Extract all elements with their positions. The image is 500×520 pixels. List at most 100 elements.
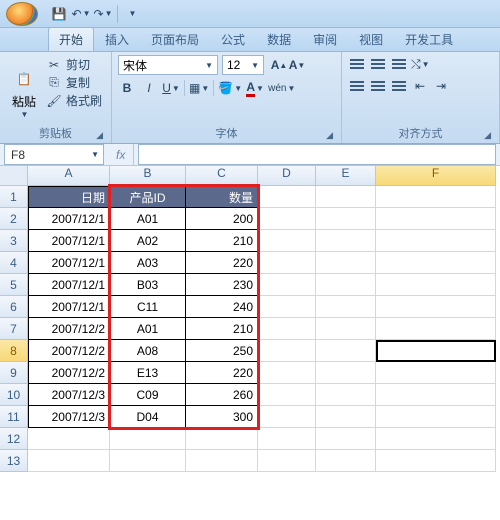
- align-right-button[interactable]: [390, 77, 408, 95]
- underline-button[interactable]: U▼: [162, 79, 180, 97]
- cell[interactable]: D04: [110, 406, 186, 428]
- cell[interactable]: 2007/12/1: [28, 230, 110, 252]
- fill-color-button[interactable]: 🪣▼: [218, 79, 242, 97]
- tab-review[interactable]: 审阅: [302, 27, 348, 51]
- cell[interactable]: 2007/12/1: [28, 296, 110, 318]
- row-header[interactable]: 13: [0, 450, 28, 472]
- paste-button[interactable]: 📋 粘贴 ▼: [6, 55, 42, 121]
- cell[interactable]: [110, 428, 186, 450]
- dialog-launcher-icon[interactable]: ◢: [326, 130, 333, 141]
- cell[interactable]: C11: [110, 296, 186, 318]
- cell[interactable]: [258, 362, 316, 384]
- cell[interactable]: [110, 450, 186, 472]
- cell[interactable]: [28, 450, 110, 472]
- cell[interactable]: C09: [110, 384, 186, 406]
- cell[interactable]: 2007/12/2: [28, 318, 110, 340]
- row-header[interactable]: 11: [0, 406, 28, 428]
- fx-button[interactable]: fx: [116, 148, 125, 162]
- cell[interactable]: A02: [110, 230, 186, 252]
- cell[interactable]: A01: [110, 318, 186, 340]
- table-header-cell[interactable]: 日期: [28, 186, 110, 208]
- cell[interactable]: [258, 428, 316, 450]
- cell[interactable]: B03: [110, 274, 186, 296]
- border-button[interactable]: ▦▼: [189, 79, 209, 97]
- grow-font-button[interactable]: A▲: [270, 56, 288, 74]
- italic-button[interactable]: I: [140, 79, 158, 97]
- cell[interactable]: [376, 428, 496, 450]
- cell[interactable]: [376, 450, 496, 472]
- tab-developer[interactable]: 开发工具: [394, 27, 464, 51]
- align-bottom-button[interactable]: [390, 55, 408, 73]
- cell[interactable]: [316, 450, 376, 472]
- table-header-cell[interactable]: 产品ID: [110, 186, 186, 208]
- cell[interactable]: [376, 208, 496, 230]
- cell[interactable]: 210: [186, 318, 258, 340]
- col-header-F[interactable]: F: [376, 166, 496, 186]
- cell[interactable]: A01: [110, 208, 186, 230]
- cell[interactable]: [316, 230, 376, 252]
- col-header-A[interactable]: A: [28, 166, 110, 186]
- cell[interactable]: [258, 230, 316, 252]
- name-box[interactable]: F8▼: [4, 144, 104, 165]
- cell[interactable]: [316, 296, 376, 318]
- cell[interactable]: [258, 252, 316, 274]
- cell[interactable]: [258, 406, 316, 428]
- bold-button[interactable]: B: [118, 79, 136, 97]
- formula-input[interactable]: [138, 144, 496, 165]
- cell[interactable]: A03: [110, 252, 186, 274]
- select-all-corner[interactable]: [0, 166, 28, 186]
- tab-page-layout[interactable]: 页面布局: [140, 27, 210, 51]
- orientation-button[interactable]: ⤭▼: [411, 55, 430, 73]
- row-header[interactable]: 10: [0, 384, 28, 406]
- dialog-launcher-icon[interactable]: ◢: [484, 130, 491, 141]
- phonetic-button[interactable]: wén▼: [268, 79, 295, 97]
- cell[interactable]: 2007/12/3: [28, 384, 110, 406]
- cell[interactable]: [186, 428, 258, 450]
- cell[interactable]: [258, 318, 316, 340]
- cell[interactable]: [316, 384, 376, 406]
- tab-home[interactable]: 开始: [48, 27, 94, 51]
- cell[interactable]: [376, 252, 496, 274]
- row-header[interactable]: 5: [0, 274, 28, 296]
- cell[interactable]: [316, 340, 376, 362]
- col-header-B[interactable]: B: [110, 166, 186, 186]
- cell[interactable]: [316, 428, 376, 450]
- cell[interactable]: [316, 186, 376, 208]
- row-header[interactable]: 8: [0, 340, 28, 362]
- tab-insert[interactable]: 插入: [94, 27, 140, 51]
- table-header-cell[interactable]: 数量: [186, 186, 258, 208]
- col-header-E[interactable]: E: [316, 166, 376, 186]
- redo-icon[interactable]: ↷▼: [95, 6, 111, 22]
- cell[interactable]: 210: [186, 230, 258, 252]
- tab-formulas[interactable]: 公式: [210, 27, 256, 51]
- worksheet-grid[interactable]: A B C D E F 1 日期 产品ID 数量 22007/12/1A0120…: [0, 166, 500, 472]
- cell[interactable]: [258, 296, 316, 318]
- row-header[interactable]: 3: [0, 230, 28, 252]
- cell[interactable]: [258, 186, 316, 208]
- cell[interactable]: E13: [110, 362, 186, 384]
- cell[interactable]: [258, 450, 316, 472]
- cell[interactable]: [376, 384, 496, 406]
- cell[interactable]: 2007/12/1: [28, 208, 110, 230]
- font-size-combo[interactable]: 12▼: [222, 55, 264, 75]
- cell[interactable]: 2007/12/2: [28, 340, 110, 362]
- font-color-button[interactable]: A▼: [246, 79, 264, 97]
- cell[interactable]: [376, 230, 496, 252]
- increase-indent-button[interactable]: ⇥: [432, 77, 450, 95]
- align-left-button[interactable]: [348, 77, 366, 95]
- cell[interactable]: [186, 450, 258, 472]
- cell[interactable]: 230: [186, 274, 258, 296]
- cell[interactable]: 2007/12/3: [28, 406, 110, 428]
- cell[interactable]: [316, 252, 376, 274]
- cell[interactable]: [376, 406, 496, 428]
- align-middle-button[interactable]: [369, 55, 387, 73]
- cell[interactable]: [316, 274, 376, 296]
- row-header[interactable]: 9: [0, 362, 28, 384]
- col-header-C[interactable]: C: [186, 166, 258, 186]
- cell[interactable]: [258, 274, 316, 296]
- row-header[interactable]: 12: [0, 428, 28, 450]
- cell[interactable]: 260: [186, 384, 258, 406]
- shrink-font-button[interactable]: A▼: [288, 56, 306, 74]
- font-name-combo[interactable]: 宋体▼: [118, 55, 218, 75]
- align-center-button[interactable]: [369, 77, 387, 95]
